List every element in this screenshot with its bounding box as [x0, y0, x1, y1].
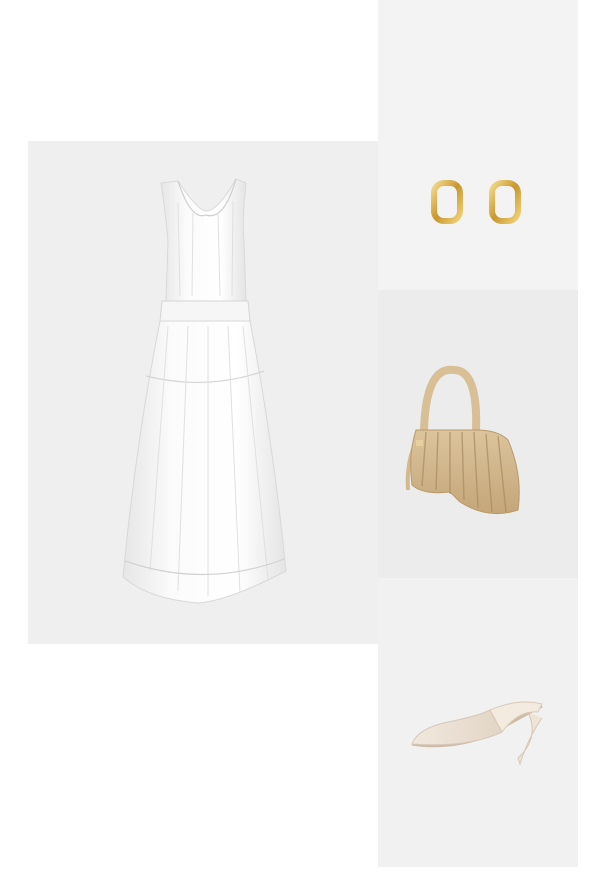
outfit-item-shoes[interactable]: [378, 578, 578, 867]
handbag-image: [405, 365, 520, 515]
dress-image: [122, 178, 287, 604]
outfit-item-dress[interactable]: [28, 141, 378, 644]
shoes-image: [411, 701, 543, 766]
outfit-item-handbag[interactable]: [378, 290, 578, 578]
earrings-image: [431, 180, 521, 224]
outfit-item-earrings[interactable]: [378, 0, 578, 290]
